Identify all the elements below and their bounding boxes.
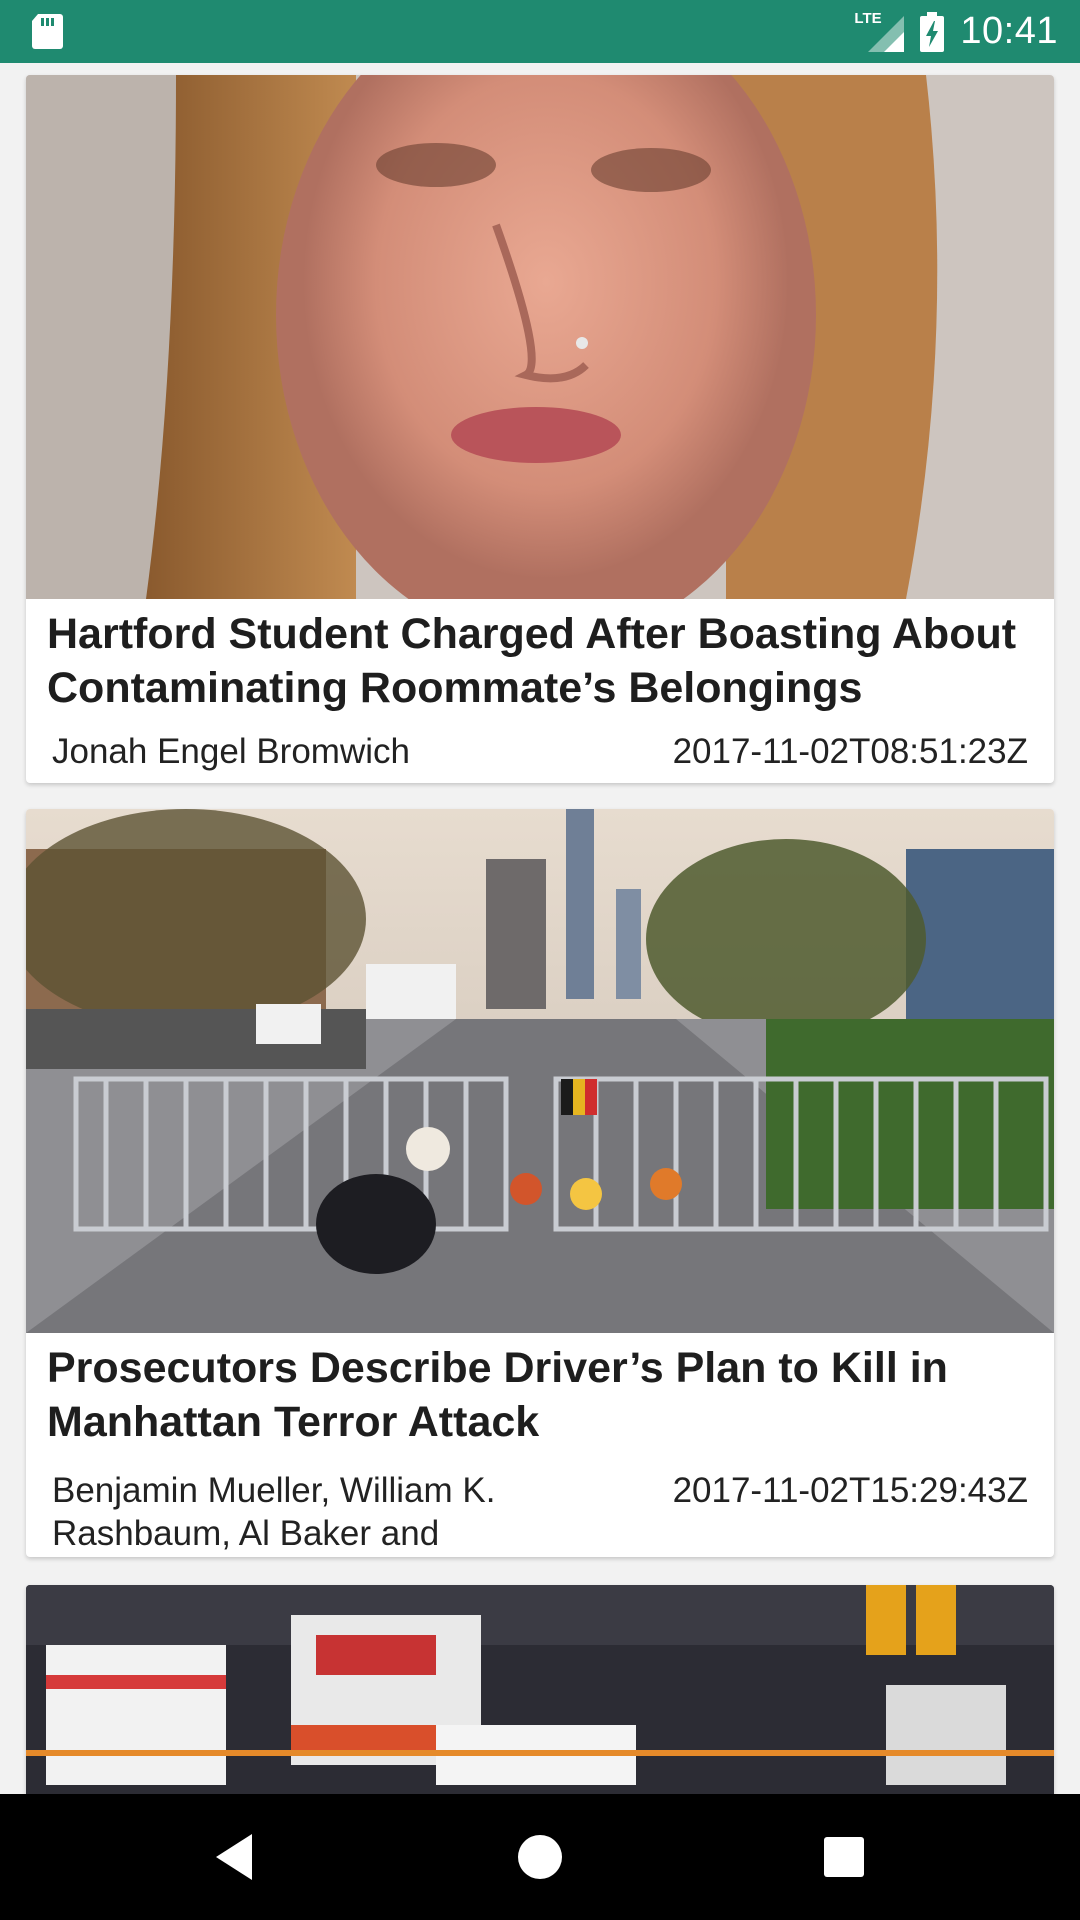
recents-icon[interactable] — [811, 1824, 877, 1890]
battery-charging-icon — [920, 11, 945, 52]
sd-card-icon — [32, 14, 63, 49]
article-author: Benjamin Mueller, William K. Rashbaum, A… — [52, 1471, 496, 1553]
article-title[interactable]: Prosecutors Describe Driver’s Plan to Ki… — [47, 1341, 1037, 1449]
status-bar: LTE 10:41 — [0, 0, 1080, 63]
home-icon[interactable] — [507, 1824, 573, 1890]
lte-signal-icon: LTE — [854, 10, 905, 52]
navigation-bar — [0, 1794, 1080, 1920]
news-feed[interactable]: Hartford Student Charged After Boasting … — [0, 63, 1080, 1794]
article-image[interactable] — [26, 75, 1054, 599]
article-card[interactable]: Hartford Student Charged After Boasting … — [26, 75, 1054, 783]
article-image[interactable] — [26, 809, 1054, 1333]
article-date: 2017-11-02T15:29:43Z — [672, 1471, 1028, 1510]
article-card[interactable]: Prosecutors Describe Driver’s Plan to Ki… — [26, 809, 1054, 1557]
article-date: 2017-11-02T08:51:23Z — [672, 732, 1028, 771]
article-card[interactable] — [26, 1585, 1054, 1794]
article-image[interactable] — [26, 1585, 1054, 1794]
back-icon[interactable] — [202, 1824, 268, 1890]
article-author: Jonah Engel Bromwich — [52, 732, 410, 771]
article-title[interactable]: Hartford Student Charged After Boasting … — [47, 607, 1037, 715]
clock: 10:41 — [960, 10, 1058, 52]
